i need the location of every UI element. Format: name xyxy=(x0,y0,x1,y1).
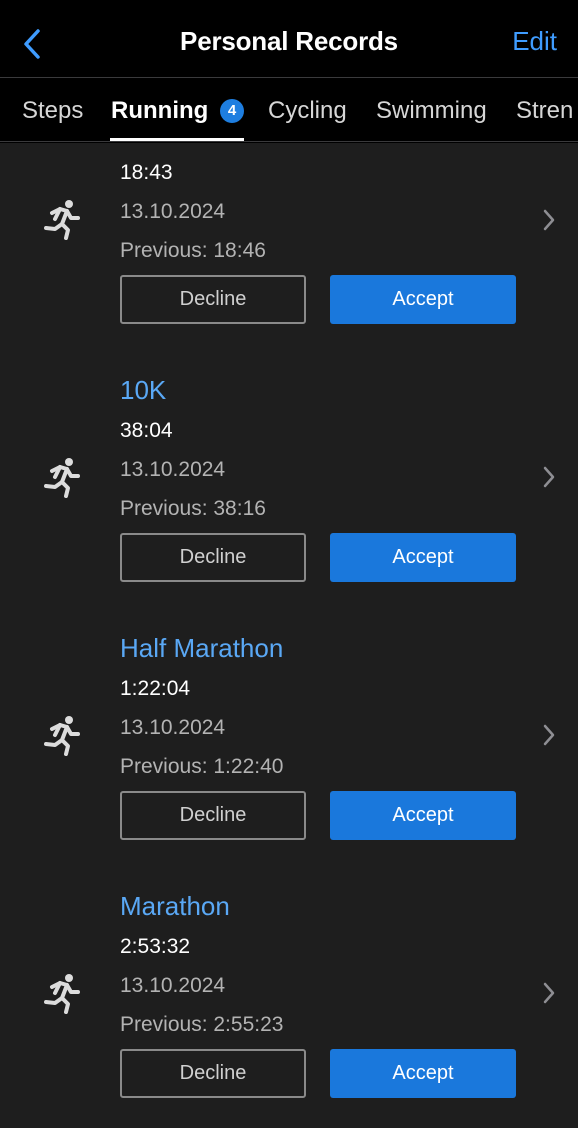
accept-button[interactable]: Accept xyxy=(330,1049,516,1098)
chevron-right-icon xyxy=(540,207,558,233)
record-time: 1:22:04 xyxy=(120,677,191,700)
accept-button[interactable]: Accept xyxy=(330,275,516,324)
running-icon xyxy=(38,455,82,499)
record-date: 13.10.2024 xyxy=(120,458,226,481)
tab-strength[interactable]: Stren xyxy=(516,97,573,125)
running-count-badge: 4 xyxy=(220,99,244,123)
record-time: 38:04 xyxy=(120,419,173,442)
chevron-right-icon xyxy=(540,980,558,1006)
record-previous: Previous: 18:46 xyxy=(120,239,266,262)
tab-cycling[interactable]: Cycling xyxy=(268,97,347,125)
accept-button[interactable]: Accept xyxy=(330,533,516,582)
record-date: 13.10.2024 xyxy=(120,716,226,739)
record-name: Marathon xyxy=(120,891,230,921)
decline-button[interactable]: Decline xyxy=(120,791,306,840)
record-name: 10K xyxy=(120,375,167,405)
chevron-right-icon xyxy=(540,722,558,748)
record-item[interactable]: Marathon 2:53:32 13.10.2024 Previous: 2:… xyxy=(0,883,578,1123)
decline-button[interactable]: Decline xyxy=(120,275,306,324)
tab-running[interactable]: Running xyxy=(111,97,208,125)
active-tab-indicator xyxy=(110,138,244,141)
decline-button[interactable]: Decline xyxy=(120,1049,306,1098)
record-date: 13.10.2024 xyxy=(120,200,226,223)
decline-button[interactable]: Decline xyxy=(120,533,306,582)
chevron-right-icon xyxy=(540,464,558,490)
record-item[interactable]: Half Marathon 1:22:04 13.10.2024 Previou… xyxy=(0,625,578,865)
record-previous: Previous: 2:55:23 xyxy=(120,1013,284,1036)
tab-bar: Steps Running Cycling Swimming Stren xyxy=(0,79,578,142)
record-item[interactable]: 10K 38:04 13.10.2024 Previous: 38:16 Dec… xyxy=(0,367,578,607)
page-title: Personal Records xyxy=(180,26,398,56)
record-date: 13.10.2024 xyxy=(120,974,226,997)
record-name: Half Marathon xyxy=(120,633,284,663)
tab-steps[interactable]: Steps xyxy=(22,97,83,125)
record-previous: Previous: 38:16 xyxy=(120,497,266,520)
running-icon xyxy=(38,971,82,1015)
running-icon xyxy=(38,713,82,757)
running-icon xyxy=(38,197,82,241)
record-time: 18:43 xyxy=(120,161,173,184)
edit-button[interactable]: Edit xyxy=(512,26,557,57)
accept-button[interactable]: Accept xyxy=(330,791,516,840)
record-previous: Previous: 1:22:40 xyxy=(120,755,284,778)
record-item[interactable]: 18:43 13.10.2024 Previous: 18:46 Decline… xyxy=(0,143,578,343)
nav-bar: Personal Records Edit xyxy=(0,0,578,78)
record-time: 2:53:32 xyxy=(120,935,191,958)
records-list: 18:43 13.10.2024 Previous: 18:46 Decline… xyxy=(0,143,578,1128)
tab-swimming[interactable]: Swimming xyxy=(376,97,487,125)
